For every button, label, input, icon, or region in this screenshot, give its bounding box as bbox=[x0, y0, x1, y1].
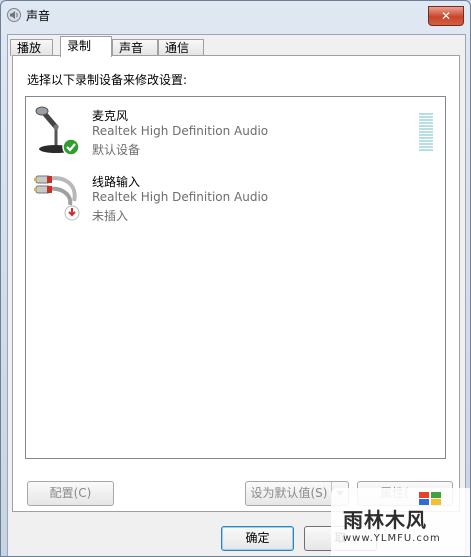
microphone-icon bbox=[35, 106, 80, 156]
device-description: Realtek High Definition Audio bbox=[92, 190, 269, 204]
watermark-url: www.YLMFU.com bbox=[343, 533, 441, 544]
watermark-logo: 雨林木风 www.YLMFU.com bbox=[331, 488, 470, 556]
tab-playback[interactable]: 播放 bbox=[10, 39, 53, 56]
sound-dialog-window: 声音 ✕ 播放 录制 声音 通信 选择以下录制设备来修改设置: 麦克风 Real… bbox=[0, 0, 471, 557]
device-name: 麦克风 bbox=[92, 109, 129, 123]
close-icon: ✕ bbox=[440, 9, 452, 23]
device-description: Realtek High Definition Audio bbox=[92, 124, 269, 138]
ok-button[interactable]: 确定 bbox=[221, 526, 294, 551]
window-title: 声音 bbox=[26, 9, 51, 23]
line-in-jack-icon bbox=[34, 175, 80, 221]
device-status: 未插入 bbox=[92, 209, 129, 223]
configure-button[interactable]: 配置(C) bbox=[27, 481, 114, 506]
tab-recording[interactable]: 录制 bbox=[60, 36, 112, 57]
dialog-client-area: 播放 录制 声音 通信 选择以下录制设备来修改设置: 麦克风 Realtek H… bbox=[7, 34, 466, 556]
watermark-brand: 雨林木风 bbox=[343, 508, 427, 532]
recording-panel: 选择以下录制设备来修改设置: 麦克风 Realtek High Definiti… bbox=[12, 55, 460, 512]
set-default-label: 设为默认值(S) bbox=[250, 486, 328, 500]
recording-device-list[interactable]: 麦克风 Realtek High Definition Audio 默认设备 线… bbox=[25, 96, 446, 459]
instruction-text: 选择以下录制设备来修改设置: bbox=[27, 73, 188, 87]
device-item-line-in[interactable]: 线路输入 Realtek High Definition Audio 未插入 bbox=[30, 169, 430, 229]
device-item-microphone[interactable]: 麦克风 Realtek High Definition Audio 默认设备 bbox=[30, 103, 433, 163]
device-name: 线路输入 bbox=[92, 175, 141, 189]
unplugged-arrow-icon bbox=[64, 205, 80, 221]
tab-communications[interactable]: 通信 bbox=[158, 39, 204, 56]
input-level-meter bbox=[419, 113, 433, 153]
close-button[interactable]: ✕ bbox=[428, 6, 464, 26]
speaker-icon bbox=[7, 8, 21, 22]
device-status: 默认设备 bbox=[92, 143, 141, 157]
tab-sounds[interactable]: 声音 bbox=[112, 39, 158, 56]
title-bar[interactable]: 声音 ✕ bbox=[1, 1, 470, 29]
default-check-icon bbox=[62, 138, 80, 156]
